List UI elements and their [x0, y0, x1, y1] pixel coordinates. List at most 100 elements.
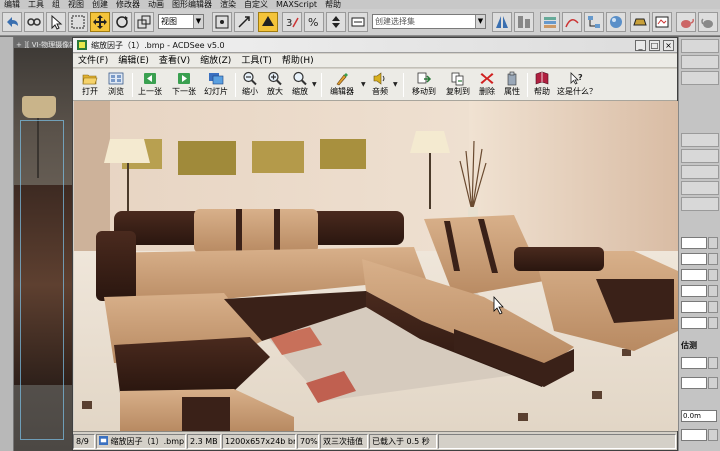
scale-icon[interactable]	[134, 12, 154, 32]
panel-spinner-field[interactable]	[681, 357, 707, 369]
menu-edit[interactable]: 编辑(E)	[113, 54, 154, 67]
audio-button[interactable]: 音频	[369, 71, 391, 99]
max-menu-rendering[interactable]: 渲染	[216, 0, 240, 9]
panel-button[interactable]	[681, 181, 719, 195]
panel-button[interactable]	[681, 71, 719, 85]
spinner-arrows-icon[interactable]	[708, 253, 718, 265]
render-setup-icon[interactable]	[630, 12, 650, 32]
max-menu-tools[interactable]: 工具	[24, 0, 48, 9]
previous-button[interactable]: 上一张	[135, 71, 165, 99]
zoom-out-button[interactable]: 缩小	[239, 71, 261, 99]
panel-spinner-field[interactable]	[681, 253, 707, 265]
spinner-arrows-icon[interactable]	[708, 269, 718, 281]
panel-button[interactable]	[681, 165, 719, 179]
render-frame-icon[interactable]	[652, 12, 672, 32]
max-menu-animation[interactable]: 动画	[144, 0, 168, 9]
max-menu-views[interactable]: 视图	[64, 0, 88, 9]
panel-spinner-field[interactable]	[681, 429, 707, 441]
copy-to-button[interactable]: 复制到	[443, 71, 473, 99]
editor-button[interactable]: 编辑器	[325, 71, 359, 99]
schematic-view-icon[interactable]	[584, 12, 604, 32]
edit-named-selection-icon[interactable]	[348, 12, 368, 32]
mirror-icon[interactable]	[492, 12, 512, 32]
viewport-label[interactable]: + ][ VI-物理摄像机	[16, 40, 76, 50]
panel-button[interactable]	[681, 55, 719, 69]
panel-button[interactable]	[681, 133, 719, 147]
material-editor-icon[interactable]	[606, 12, 626, 32]
zoom-in-button[interactable]: 放大	[264, 71, 286, 99]
max-menu-customize[interactable]: 自定义	[240, 0, 272, 9]
audio-dropdown-arrow-icon[interactable]: ▼	[393, 81, 398, 88]
maximize-button[interactable]: □	[649, 40, 660, 51]
move-icon[interactable]	[90, 12, 110, 32]
panel-button[interactable]	[681, 197, 719, 211]
zoom-dropdown-arrow-icon[interactable]: ▼	[312, 81, 317, 88]
slideshow-button[interactable]: 幻灯片	[201, 71, 231, 99]
select-link-icon[interactable]	[24, 12, 44, 32]
panel-spinner-field[interactable]	[681, 317, 707, 329]
next-button[interactable]: 下一张	[169, 71, 199, 99]
max-menu-group[interactable]: 组	[48, 0, 64, 9]
max-menu-edit[interactable]: 编辑	[0, 0, 24, 9]
max-menu-create[interactable]: 创建	[88, 0, 112, 9]
max-menu-modifiers[interactable]: 修改器	[112, 0, 144, 9]
spinner-arrows-icon[interactable]	[708, 317, 718, 329]
spinner-arrows-icon[interactable]	[708, 301, 718, 313]
align-icon[interactable]	[514, 12, 534, 32]
select-object-icon[interactable]	[46, 12, 66, 32]
spinner-arrows-icon[interactable]	[708, 377, 718, 389]
select-manipulate-icon[interactable]	[234, 12, 254, 32]
delete-button[interactable]: 删除	[476, 71, 498, 99]
panel-spinner-field[interactable]	[681, 237, 707, 249]
undo-icon[interactable]	[2, 12, 22, 32]
spinner-snap-icon[interactable]	[326, 12, 346, 32]
whats-this-button[interactable]: ? 这是什么？	[555, 71, 599, 99]
max-menu-help[interactable]: 帮助	[321, 0, 345, 9]
rotate-icon[interactable]	[112, 12, 132, 32]
panel-spinner-field[interactable]	[681, 377, 707, 389]
max-menu-graph-editors[interactable]: 图形编辑器	[168, 0, 216, 9]
menu-file[interactable]: 文件(F)	[73, 54, 113, 67]
move-to-button[interactable]: 移动到	[409, 71, 439, 99]
menu-view[interactable]: 查看(V)	[154, 54, 195, 67]
properties-button[interactable]: 属性	[501, 71, 523, 99]
browse-button[interactable]: 浏览	[104, 71, 128, 99]
panel-button[interactable]	[681, 39, 719, 53]
named-selection-select[interactable]: 创建选择集 ▼	[372, 14, 486, 29]
curve-editor-icon[interactable]	[562, 12, 582, 32]
reference-coordinate-select[interactable]: 视图 ▼	[158, 14, 204, 29]
menu-zoom[interactable]: 缩放(Z)	[195, 54, 236, 67]
zoom-button[interactable]: 缩放	[289, 71, 311, 99]
panel-spinner-field[interactable]	[681, 301, 707, 313]
spinner-arrows-icon[interactable]	[708, 429, 718, 441]
spinner-arrows-icon[interactable]	[708, 237, 718, 249]
layer-manager-icon[interactable]	[540, 12, 560, 32]
panel-value-field[interactable]: 0.0m	[681, 410, 717, 422]
menu-tools[interactable]: 工具(T)	[236, 54, 277, 67]
copy-to-icon	[451, 72, 464, 86]
menu-help[interactable]: 帮助(H)	[277, 54, 319, 67]
image-display-area[interactable]	[74, 101, 678, 431]
chaise-dark-back	[514, 247, 604, 271]
move-to-label: 移动到	[412, 87, 436, 96]
minimize-button[interactable]: _	[635, 40, 646, 51]
panel-spinner-field[interactable]	[681, 285, 707, 297]
acdsee-title-bar[interactable]: 缩放因子（1）.bmp - ACDSee v5.0 _ □ ×	[73, 38, 677, 53]
open-button[interactable]: 打开	[79, 71, 101, 99]
panel-spinner-field[interactable]	[681, 269, 707, 281]
max-menu-maxscript[interactable]: MAXScript	[272, 0, 321, 9]
close-button[interactable]: ×	[663, 40, 674, 51]
snap-toggle-icon[interactable]	[258, 12, 278, 32]
panel-button[interactable]	[681, 149, 719, 163]
percent-snap-icon[interactable]: %	[304, 12, 324, 32]
spinner-arrows-icon[interactable]	[708, 357, 718, 369]
help-button[interactable]: 帮助	[531, 71, 553, 99]
spinner-arrows-icon[interactable]	[708, 285, 718, 297]
floor-tile	[592, 391, 602, 399]
pivot-icon[interactable]	[212, 12, 232, 32]
editor-dropdown-arrow-icon[interactable]: ▼	[361, 81, 366, 88]
select-region-icon[interactable]	[68, 12, 88, 32]
render-production-icon[interactable]	[698, 12, 718, 32]
angle-snap-icon[interactable]: 3	[282, 12, 302, 32]
render-teapot-icon[interactable]	[676, 12, 696, 32]
